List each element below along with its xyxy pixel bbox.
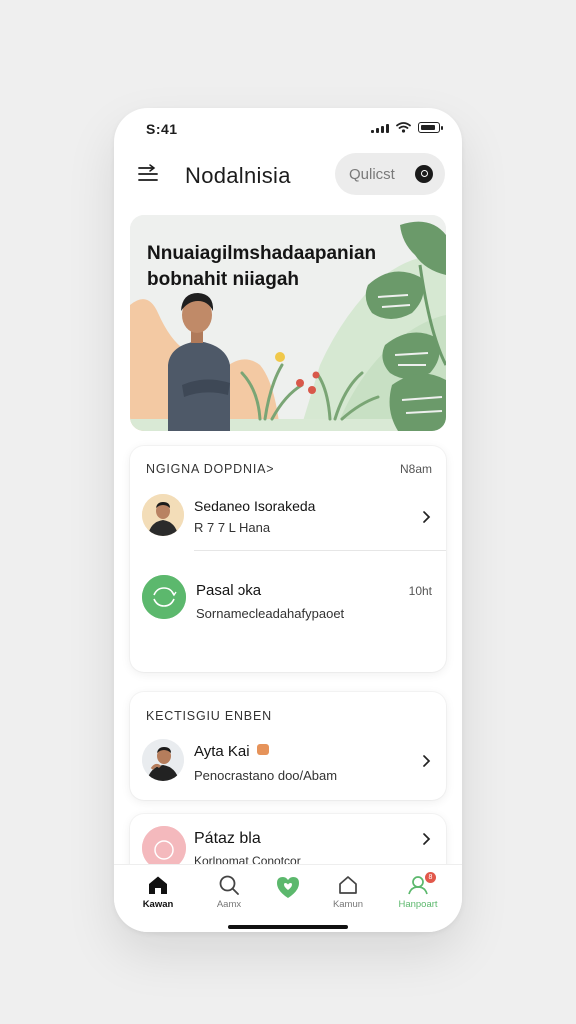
person-avatar-icon <box>142 739 184 781</box>
avatar <box>142 575 186 619</box>
hero-banner[interactable]: Nnuaiagilmshadaapanian bobnahit niiagah <box>130 215 446 431</box>
status-time: S:41 <box>146 121 178 137</box>
signal-icon <box>371 123 389 133</box>
app-header: Nodalnisia Qulicst <box>114 152 462 198</box>
row-subtitle: R 7 7 L Hana <box>194 520 271 535</box>
chevron-right-icon[interactable] <box>422 510 432 524</box>
row-title: Ayta Kai <box>194 743 269 760</box>
section1-label: NGIGNA DOPDNIA> <box>146 462 275 476</box>
status-icons <box>371 122 443 133</box>
notification-badge: 8 <box>425 872 436 883</box>
tab-label: Hanpoart <box>398 899 438 910</box>
avatar <box>142 494 184 536</box>
section2-card: KECTISGIU ENBEN Ayta Kai Penocrastano do… <box>130 692 446 800</box>
home-outline-icon <box>339 876 357 894</box>
tab-favorites[interactable] <box>258 875 318 919</box>
chevron-right-icon[interactable] <box>422 832 432 846</box>
search-input[interactable]: Qulicst <box>335 153 445 195</box>
emoji-icon <box>256 744 269 755</box>
status-bar: S:41 <box>114 108 462 150</box>
row-subtitle: Penocrastano doo/Abam <box>194 768 338 783</box>
row-title: Pasal ɔka <box>196 582 262 599</box>
home-icon <box>149 876 167 894</box>
list-item[interactable]: Sedaneo Isorakeda R 7 7 L Hana <box>130 486 446 546</box>
person-avatar-icon <box>142 494 184 536</box>
tab-search[interactable]: Aamx <box>199 875 259 919</box>
refresh-icon <box>142 575 186 619</box>
tab-home[interactable]: Kawan <box>128 875 188 919</box>
tab-profile[interactable]: 8 Hanpoart <box>388 872 448 919</box>
search-icon[interactable] <box>415 165 433 183</box>
tab-label: Aamx <box>216 899 242 910</box>
hero-title: Nnuaiagilmshadaapanian bobnahit niiagah <box>147 243 377 290</box>
list-item[interactable]: Ayta Kai Penocrastano doo/Abam <box>130 734 446 794</box>
row-title: Sedaneo Isorakeda <box>194 498 316 514</box>
search-placeholder: Qulicst <box>349 165 395 183</box>
section1-card: NGIGNA DOPDNIA> N8am Sedaneo Isorakeda R… <box>130 446 446 672</box>
tab-label: Kamun <box>332 899 364 910</box>
row-title: Pátaz bla <box>194 830 261 847</box>
section1-meta: N8am <box>399 462 432 476</box>
tab-bar: Kawan Aamx Kamun 8 Hanpoart <box>114 864 462 932</box>
app-title: Nodalnisia <box>185 163 291 188</box>
row-title-text: Ayta Kai <box>194 743 250 760</box>
menu-icon[interactable] <box>136 162 160 186</box>
avatar <box>142 739 184 781</box>
tab-label: Kawan <box>142 899 174 910</box>
chevron-right-icon[interactable] <box>422 754 432 768</box>
row-subtitle: Sornamecleadahafypaoet <box>196 606 345 621</box>
home-indicator <box>228 925 348 929</box>
row-meta: 10ht <box>408 584 432 598</box>
wifi-icon <box>396 122 411 133</box>
phone-screen: S:41 Nodalnisia Qulicst Nnuaiagilmshadaa… <box>114 108 462 932</box>
divider <box>194 550 446 551</box>
battery-icon <box>418 122 443 133</box>
list-item[interactable]: Pasal ɔka Sornamecleadahafypaoet 10ht <box>130 564 446 624</box>
search-icon <box>219 875 239 895</box>
heart-shield-icon <box>277 877 299 898</box>
tab-rooms[interactable]: Kamun <box>318 875 378 919</box>
section2-label: KECTISGIU ENBEN <box>146 709 272 723</box>
